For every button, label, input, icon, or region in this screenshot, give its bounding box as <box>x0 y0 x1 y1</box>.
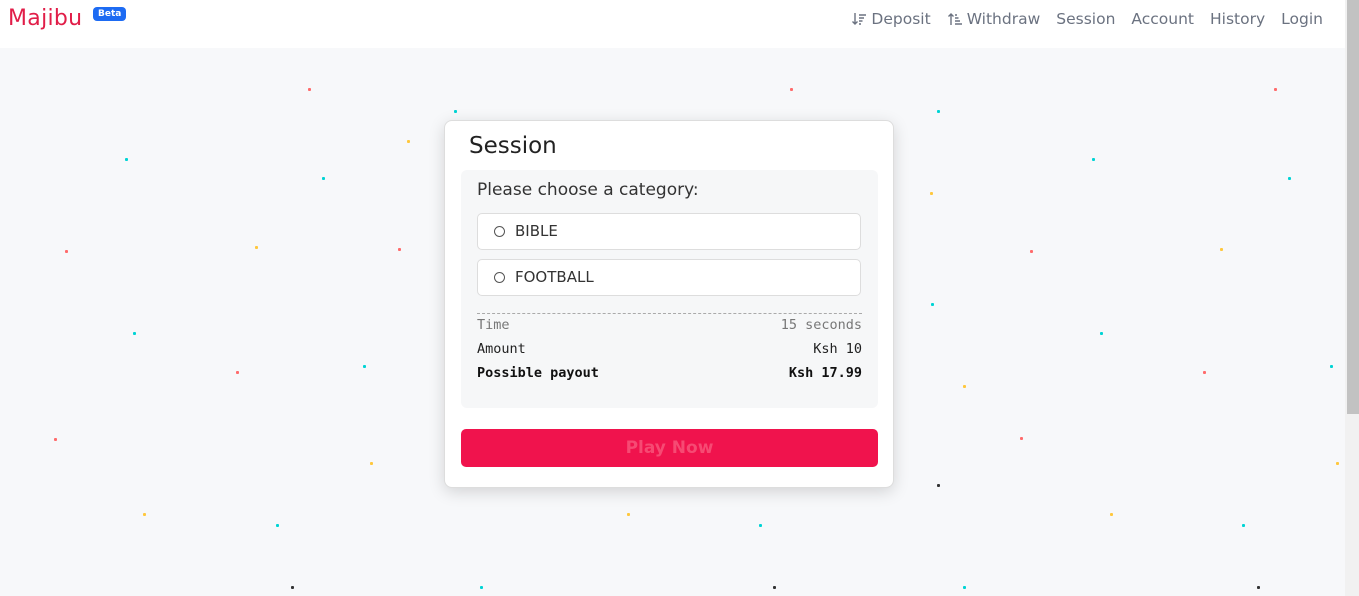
confetti-piece <box>308 88 311 91</box>
payout-label: Possible payout <box>477 365 599 381</box>
payout-value: Ksh 17.99 <box>788 365 862 381</box>
category-option-label: BIBLE <box>515 222 558 240</box>
confetti-piece <box>370 462 373 465</box>
nav-history[interactable]: History <box>1210 10 1265 28</box>
confetti-piece <box>276 524 279 527</box>
nav-login-label: Login <box>1281 10 1323 28</box>
confetti-piece <box>143 513 146 516</box>
confetti-piece <box>125 158 128 161</box>
category-option-label: FOOTBALL <box>515 268 594 286</box>
category-panel: Please choose a category: BIBLE FOOTBALL… <box>461 170 878 408</box>
nav-account[interactable]: Account <box>1131 10 1194 28</box>
session-card: Session Please choose a category: BIBLE … <box>444 120 894 488</box>
confetti-piece <box>937 110 940 113</box>
confetti-piece <box>1030 250 1033 253</box>
confetti-piece <box>322 177 325 180</box>
radio-button[interactable] <box>494 272 505 283</box>
time-value: 15 seconds <box>780 317 862 333</box>
nav-withdraw-label: Withdraw <box>966 10 1041 28</box>
confetti-piece <box>1274 88 1277 91</box>
category-prompt: Please choose a category: <box>477 180 699 200</box>
brand-logo[interactable]: Majibu <box>8 6 82 31</box>
confetti-piece <box>627 513 630 516</box>
confetti-piece <box>480 586 483 589</box>
confetti-piece <box>790 88 793 91</box>
session-title: Session <box>469 133 557 159</box>
nav-login[interactable]: Login <box>1281 10 1323 28</box>
amount-label: Amount <box>477 341 526 357</box>
radio-button[interactable] <box>494 226 505 237</box>
confetti-piece <box>759 524 762 527</box>
confetti-piece <box>1330 365 1333 368</box>
confetti-piece <box>773 586 776 589</box>
dashed-divider <box>477 313 862 314</box>
confetti-piece <box>398 248 401 251</box>
confetti-piece <box>1203 371 1206 374</box>
confetti-piece <box>407 140 410 143</box>
confetti-piece <box>1257 586 1260 589</box>
confetti-piece <box>937 484 940 487</box>
confetti-piece <box>963 385 966 388</box>
nav-withdraw[interactable]: Withdraw <box>947 10 1041 28</box>
confetti-piece <box>1288 177 1291 180</box>
time-label: Time <box>477 317 510 333</box>
confetti-piece <box>1220 248 1223 251</box>
scrollbar-thumb[interactable] <box>1347 0 1359 414</box>
confetti-piece <box>454 110 457 113</box>
nav-account-label: Account <box>1131 10 1195 28</box>
confetti-piece <box>963 586 966 589</box>
confetti-piece <box>1242 524 1245 527</box>
confetti-piece <box>1336 462 1339 465</box>
nav-deposit-label: Deposit <box>871 10 931 28</box>
page-scrollbar[interactable] <box>1345 0 1359 596</box>
main-nav: Deposit Withdraw Session Account History… <box>851 10 1323 28</box>
confetti-piece <box>133 332 136 335</box>
confetti-piece <box>236 371 239 374</box>
nav-history-label: History <box>1210 10 1266 28</box>
confetti-piece <box>1020 437 1023 440</box>
play-now-button[interactable]: Play Now <box>461 429 878 467</box>
nav-deposit[interactable]: Deposit <box>851 10 931 28</box>
nav-session[interactable]: Session <box>1056 10 1115 28</box>
confetti-piece <box>1092 158 1095 161</box>
top-navbar: Majibu Beta Deposit Withdraw Session Acc… <box>0 0 1345 48</box>
confetti-piece <box>65 250 68 253</box>
confetti-piece <box>1110 513 1113 516</box>
nav-session-label: Session <box>1056 10 1116 28</box>
category-option-football[interactable]: FOOTBALL <box>477 259 861 296</box>
beta-badge: Beta <box>93 7 127 21</box>
confetti-piece <box>291 586 294 589</box>
confetti-piece <box>931 303 934 306</box>
confetti-piece <box>255 246 258 249</box>
confetti-piece <box>1100 332 1103 335</box>
category-option-bible[interactable]: BIBLE <box>477 213 861 250</box>
confetti-piece <box>930 192 933 195</box>
confetti-piece <box>363 365 366 368</box>
confetti-piece <box>54 438 57 441</box>
sort-down-icon <box>852 13 867 25</box>
amount-value: Ksh 10 <box>813 341 862 357</box>
sort-up-icon <box>947 13 962 25</box>
